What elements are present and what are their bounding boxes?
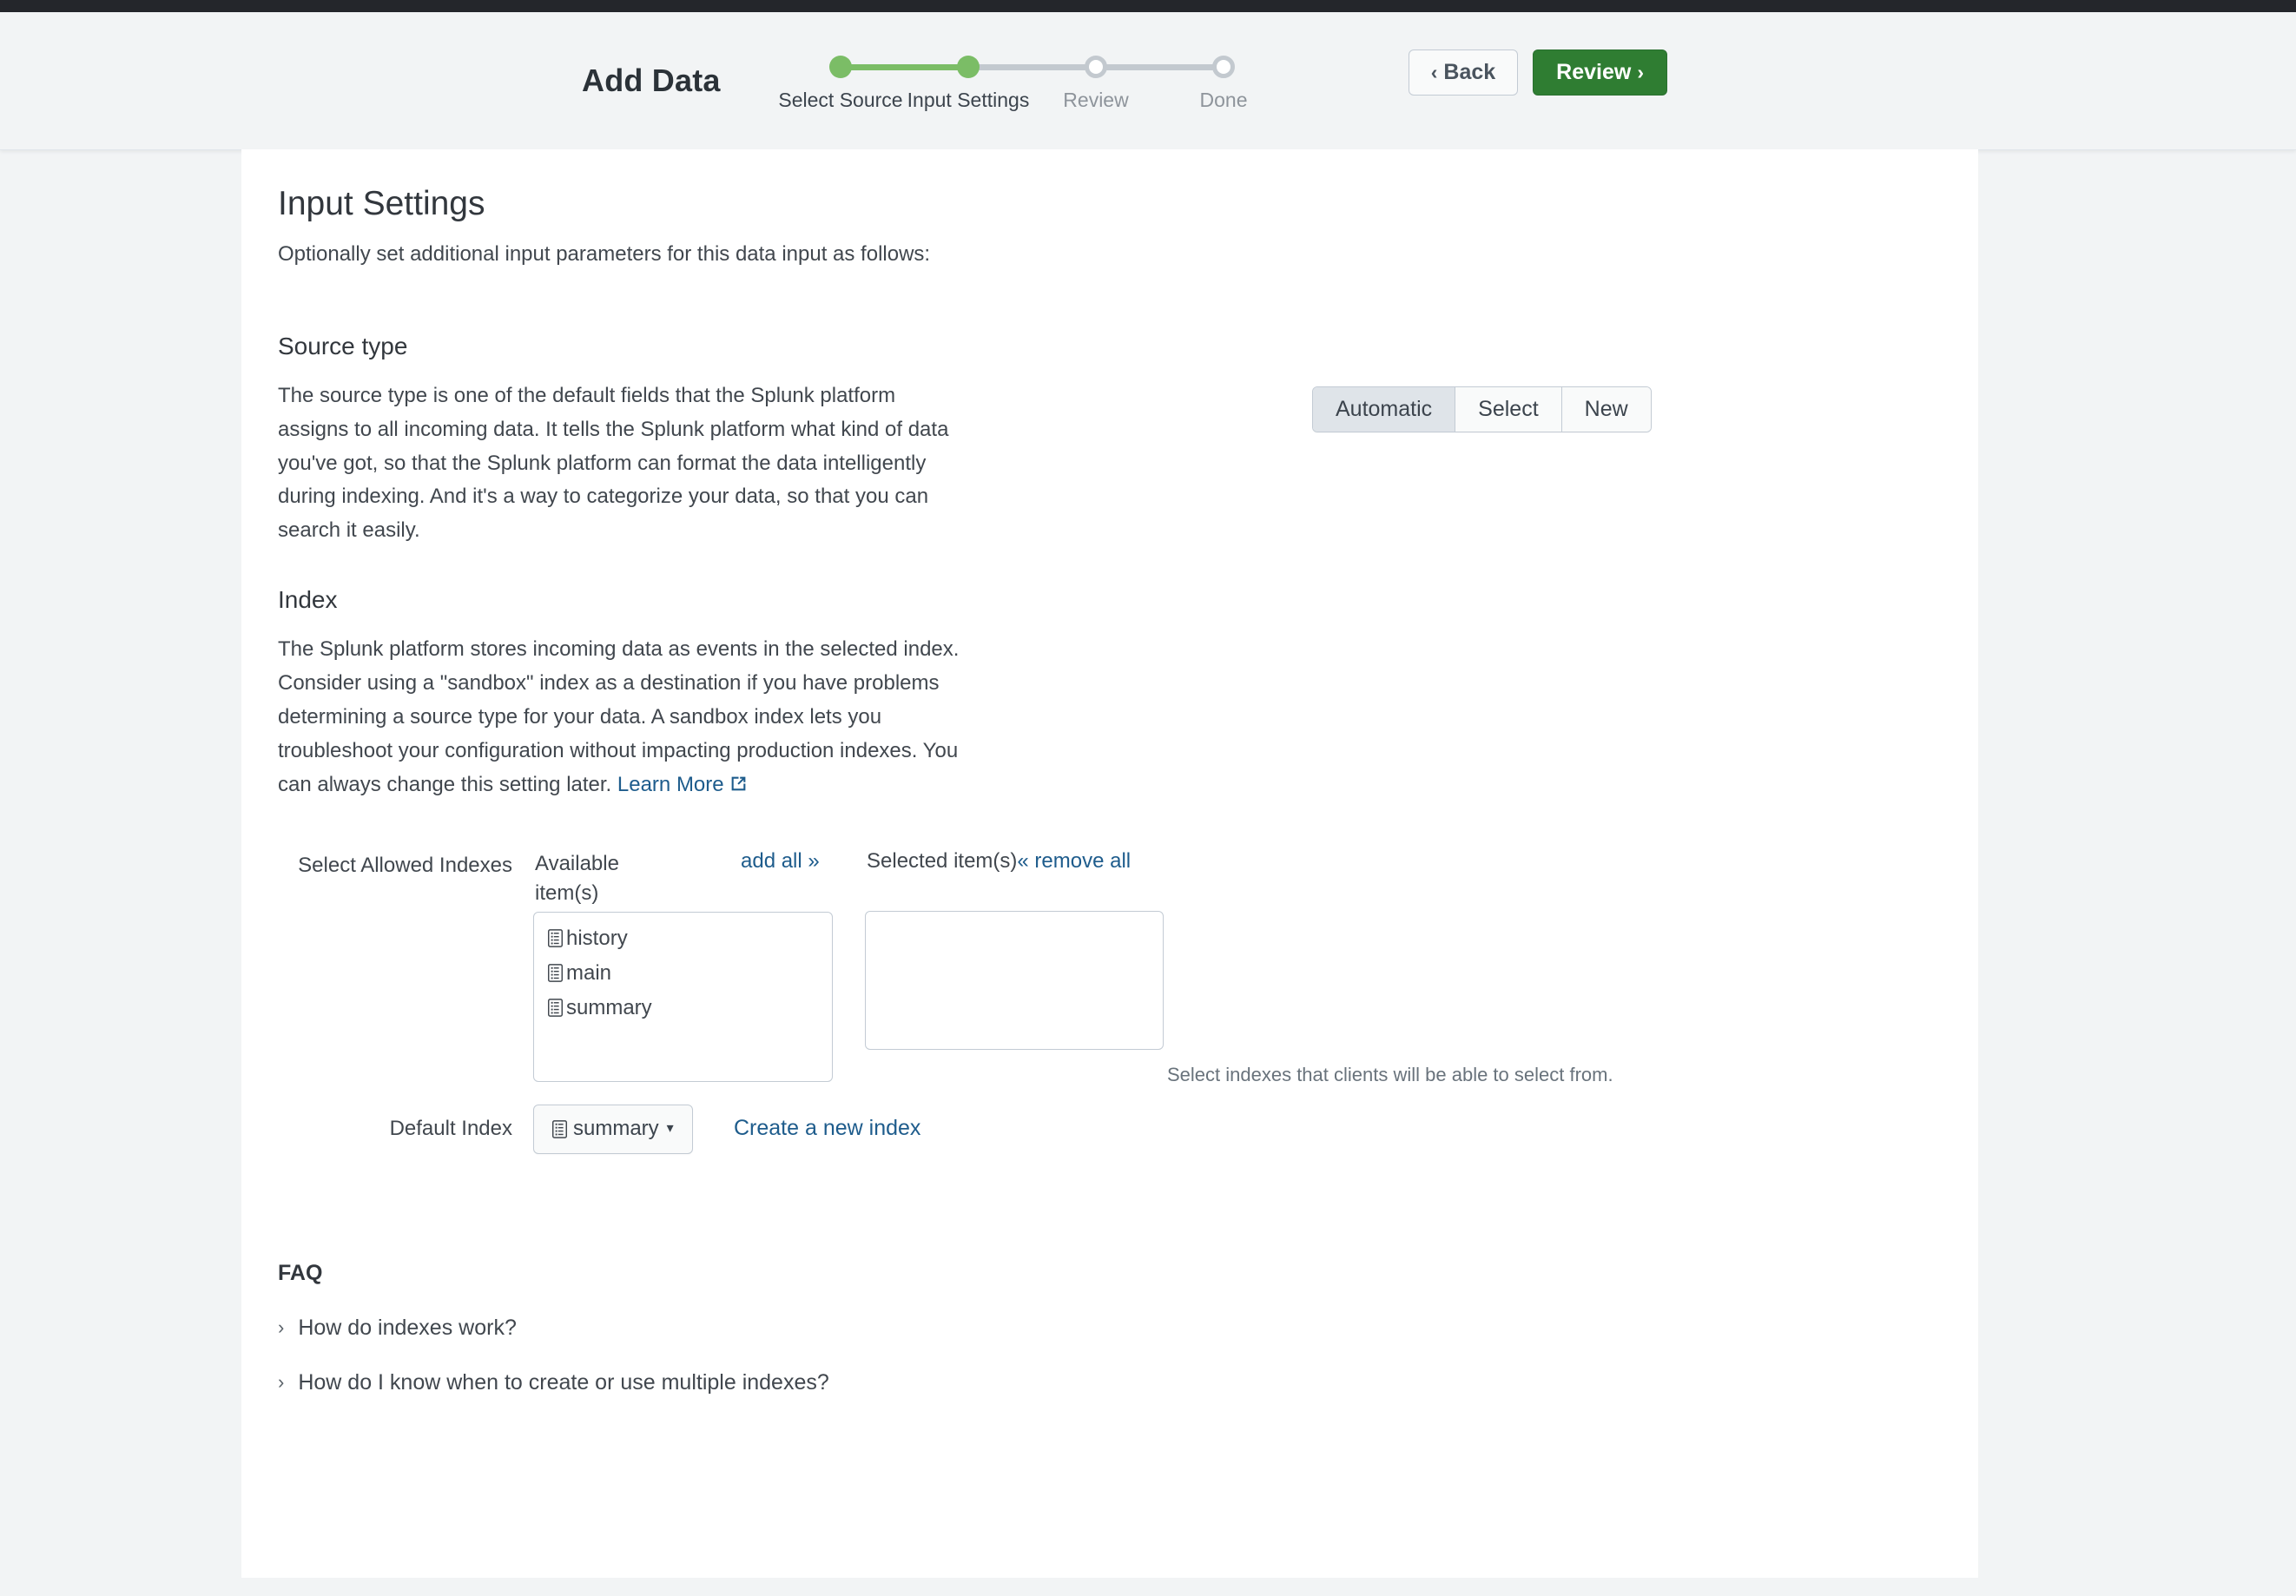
progress-label-done: Done — [1200, 89, 1248, 112]
source-type-option-new[interactable]: New — [1562, 387, 1651, 432]
progress-segment-3 — [1096, 64, 1224, 70]
selected-items-label: Selected item(s) — [867, 849, 1017, 873]
available-items-listbox[interactable]: history main summary — [533, 912, 833, 1082]
selected-items-header: Selected item(s)« remove all — [867, 849, 1131, 874]
add-all-link[interactable]: add all » — [741, 849, 820, 874]
index-icon — [552, 1120, 567, 1138]
progress-dot-input-settings[interactable] — [957, 56, 980, 78]
selected-items-listbox[interactable] — [865, 911, 1164, 1050]
allowed-indexes-dual-list: Select Allowed Indexes Available item(s)… — [278, 844, 1978, 1087]
page-subtitle: Optionally set additional input paramete… — [278, 242, 1978, 267]
progress-labels: Select Source Input Settings Review Done — [829, 89, 1316, 115]
learn-more-link[interactable]: Learn More — [617, 773, 748, 796]
index-icon — [548, 929, 563, 947]
progress-label-input-settings: Input Settings — [907, 89, 1030, 112]
progress-label-select-source: Select Source — [778, 89, 902, 112]
index-icon — [548, 964, 563, 982]
faq-heading: FAQ — [278, 1261, 1978, 1286]
source-type-heading: Source type — [278, 333, 1978, 360]
list-item-label: history — [566, 927, 628, 951]
progress-rail — [829, 56, 1316, 78]
source-type-section: Source type The source type is one of th… — [278, 333, 1978, 548]
source-type-description: The source type is one of the default fi… — [278, 379, 964, 548]
index-section: Index The Splunk platform stores incomin… — [278, 586, 1978, 1164]
faq-item-multiple-indexes[interactable]: › How do I know when to create or use mu… — [278, 1370, 1978, 1395]
index-icon — [548, 999, 563, 1017]
default-index-label: Default Index — [278, 1117, 512, 1141]
source-type-mode-group: Automatic Select New — [1312, 386, 1652, 432]
faq-item-indexes-work[interactable]: › How do indexes work? — [278, 1316, 1978, 1341]
external-link-icon — [729, 770, 748, 804]
chevron-left-icon: ‹ — [1431, 63, 1438, 82]
progress-tracker: Select Source Input Settings Review Done — [829, 56, 1316, 115]
list-item[interactable]: main — [534, 956, 832, 991]
content-panel: Input Settings Optionally set additional… — [241, 149, 1978, 1578]
section-heading-input-settings: Input Settings — [278, 184, 1978, 225]
default-index-value: summary — [573, 1117, 659, 1141]
source-type-option-select[interactable]: Select — [1455, 387, 1561, 432]
faq-item-label: How do indexes work? — [298, 1316, 517, 1341]
index-heading: Index — [278, 586, 1978, 614]
review-button-label: Review — [1556, 60, 1631, 85]
progress-dot-review[interactable] — [1085, 56, 1107, 78]
learn-more-label: Learn More — [617, 773, 724, 796]
create-new-index-link[interactable]: Create a new index — [734, 1116, 920, 1141]
list-item[interactable]: history — [534, 921, 832, 956]
wizard-header-bar: Add Data Select Source Input Settings Re… — [0, 12, 2296, 150]
allowed-indexes-field-label: Select Allowed Indexes — [278, 851, 512, 880]
review-button[interactable]: Review › — [1533, 49, 1667, 96]
progress-segment-2 — [968, 64, 1096, 70]
top-black-strip — [0, 0, 2296, 12]
remove-all-link[interactable]: « remove all — [1017, 849, 1131, 873]
available-items-label: Available item(s) — [535, 849, 622, 908]
chevron-right-icon: › — [1637, 63, 1644, 82]
list-item-label: summary — [566, 996, 652, 1020]
progress-label-review: Review — [1063, 89, 1128, 112]
page-title-add-data: Add Data — [582, 63, 721, 99]
back-button-label: Back — [1443, 60, 1495, 85]
list-item[interactable]: summary — [534, 991, 832, 1026]
faq-section: FAQ › How do indexes work? › How do I kn… — [278, 1261, 1978, 1395]
header-actions: ‹ Back Review › — [1409, 49, 1667, 96]
index-description-wrapper: The Splunk platform stores incoming data… — [278, 633, 964, 803]
chevron-right-icon: › — [278, 1373, 284, 1392]
list-item-label: main — [566, 961, 611, 986]
back-button[interactable]: ‹ Back — [1409, 49, 1518, 96]
source-type-option-automatic[interactable]: Automatic — [1313, 387, 1455, 432]
default-index-row: Default Index summary ▾ Create a new ind… — [278, 1105, 1978, 1165]
faq-item-label: How do I know when to create or use mult… — [298, 1370, 828, 1395]
allowed-indexes-help-text: Select indexes that clients will be able… — [1167, 1064, 1613, 1086]
progress-segment-1 — [841, 64, 968, 70]
chevron-right-icon: › — [278, 1318, 284, 1337]
caret-down-icon: ▾ — [667, 1122, 674, 1136]
progress-dot-select-source[interactable] — [829, 56, 852, 78]
progress-dot-done[interactable] — [1212, 56, 1235, 78]
default-index-dropdown[interactable]: summary ▾ — [533, 1105, 693, 1154]
